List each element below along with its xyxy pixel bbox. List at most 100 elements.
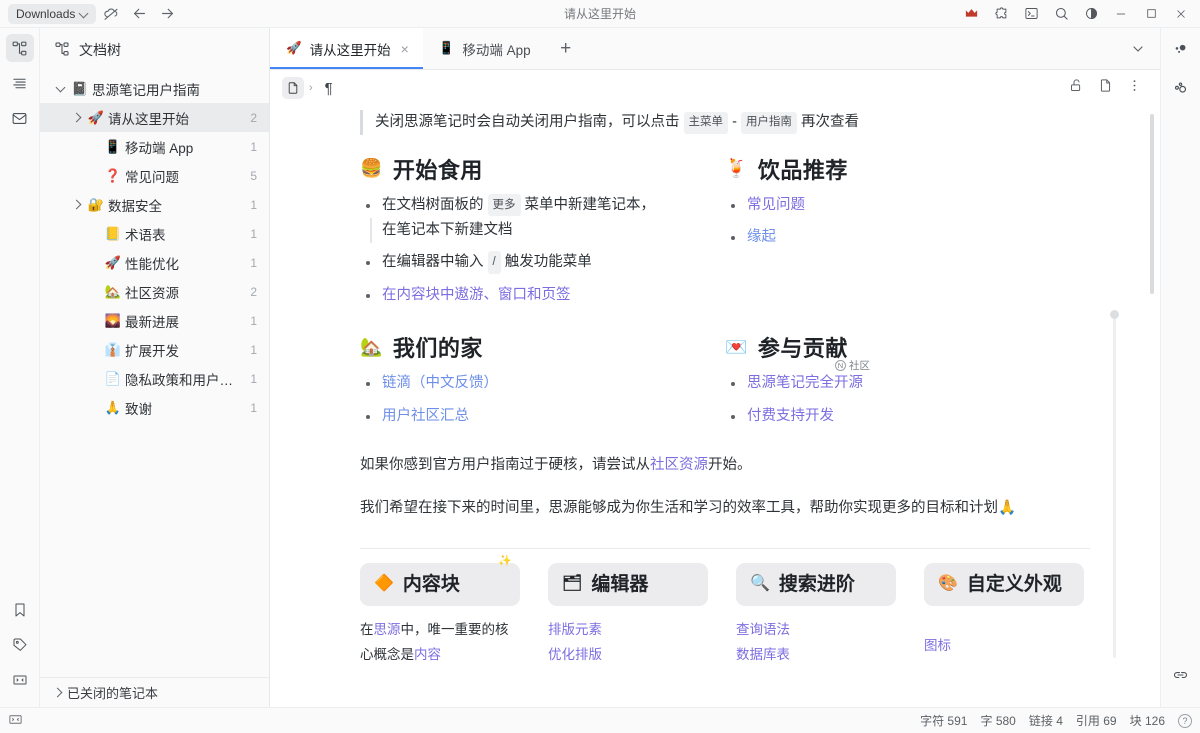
doc-link[interactable]: 付费支持开发 [747,408,834,424]
tree-item[interactable]: 🚀性能优化1 [40,248,269,277]
forward-arrow-icon[interactable] [154,3,180,25]
left-dock-rail [0,28,40,707]
tree-item-emoji: 🏡 [103,285,123,298]
card-link[interactable]: 数据库表 [736,643,896,668]
graph-icon[interactable] [1167,74,1195,102]
chevron-right-icon[interactable] [68,114,86,121]
closed-notebooks-row[interactable]: 已关闭的笔记本 [40,677,269,707]
section-heading: 🍹 饮品推荐 [725,153,1070,185]
doc-link[interactable]: 社区资源 [650,457,708,473]
file-icon[interactable] [282,77,304,99]
search-icon[interactable] [1046,1,1076,27]
document-header-actions [1069,78,1142,98]
card-header[interactable]: 🎨 自定义外观 [924,563,1084,607]
document-content[interactable]: 关闭思源笔记时会自动关闭用户指南，可以点击 主菜单 - 用户指南 再次查看 🍔 … [270,106,1160,707]
paragraph-icon[interactable]: ¶ [318,77,340,99]
tab-list-chevron-down-icon[interactable] [1116,28,1160,69]
list-item: 链滴（中文反馈） [360,371,705,396]
file-icon[interactable] [1098,78,1113,98]
paragraph-2: 我们希望在接下来的时间里，思源能够成为你生活和学习的效率工具，帮助你实现更多的目… [360,495,1090,522]
crown-icon[interactable] [956,1,986,27]
card-link[interactable]: 优化排版 [548,643,708,668]
tree-item-count: 1 [250,140,257,154]
puzzle-icon[interactable] [986,1,1016,27]
tab[interactable]: 🚀请从这里开始× [270,28,423,69]
tree-item[interactable]: 🏡社区资源2 [40,277,269,306]
tab[interactable]: 📱移动端 App [423,28,545,69]
chevron-down-icon[interactable] [52,87,70,91]
tab-close-icon[interactable]: × [401,41,409,57]
tree-item-count: 2 [250,111,257,125]
section-row-1: 🍔 开始食用 在文档树面板的 更多 菜单中新建笔记本， 在笔记本下新建文档 在编… [360,153,1090,316]
backlink-icon[interactable] [1167,36,1195,64]
title-bar: Downloads 请从这里开始 [0,0,1200,28]
workspace-selector[interactable]: Downloads [8,4,96,24]
minimize-icon[interactable] [1106,1,1136,27]
doc-link[interactable]: 链滴（中文反馈） [382,375,498,391]
status-blocks: 块 126 [1130,712,1165,729]
fullscreen-icon[interactable] [8,712,23,730]
theme-icon[interactable] [1076,1,1106,27]
card-header[interactable]: 🗂 编辑器 [548,563,708,607]
command-icon[interactable] [1016,1,1046,27]
maximize-icon[interactable] [1136,1,1166,27]
new-tab-button[interactable]: + [545,28,587,69]
outline-icon[interactable] [6,69,34,97]
tree-item-emoji: ❓ [103,169,123,182]
bookmark-icon[interactable] [6,596,34,624]
scroll-knob[interactable] [1110,310,1119,319]
section-our-home: 🏡 我们的家 链滴（中文反馈） 用户社区汇总 [360,331,725,436]
tab-list: 🚀请从这里开始×📱移动端 App [270,28,545,69]
cloud-sync-icon[interactable] [98,3,124,25]
tree-item[interactable]: 🔐数据安全1 [40,190,269,219]
li-text-2: 触发功能菜单 [501,254,592,270]
p1-post: 开始。 [708,457,752,473]
tree-item[interactable]: 🙏致谢1 [40,393,269,422]
palette-emoji-icon: 🎨 [938,574,958,594]
card-title: 编辑器 [591,573,648,597]
tree-item[interactable]: 👔扩展开发1 [40,335,269,364]
card-link[interactable]: 排版元素 [548,618,708,643]
card-link[interactable]: 查询语法 [736,618,896,643]
doc-link[interactable]: 思源笔记完全开源 [747,375,863,391]
editor-area: 🚀请从这里开始×📱移动端 App + › ¶ [270,28,1160,707]
cb-link2[interactable]: 内容 [414,647,441,662]
tree-item[interactable]: 🌄最新进展1 [40,306,269,335]
diamond-emoji-icon: 🔶 [374,574,394,594]
tree-rows: 🚀请从这里开始2📱移动端 App1❓常见问题5🔐数据安全1📒术语表1🚀性能优化1… [40,103,269,422]
tree-item[interactable]: 📄隐私政策和用户…1 [40,364,269,393]
link-icon[interactable] [1167,663,1195,691]
doc-link[interactable]: 用户社区汇总 [382,408,469,424]
tab-label: 移动端 App [462,39,530,59]
inner-scroll-indicator[interactable] [1113,318,1116,658]
help-icon[interactable]: ? [1178,714,1192,728]
section-heading: 💌 参与贡献 [725,331,1070,363]
card-header[interactable]: 🔶 内容块 ✨ [360,563,520,607]
status-chars: 字符 591 [920,712,967,729]
more-vertical-icon[interactable] [1127,78,1142,98]
card-header[interactable]: 🔍 搜索进阶 [736,563,896,607]
tree-item[interactable]: 📒术语表1 [40,219,269,248]
doctree-icon[interactable] [6,34,34,62]
tree-notebook-row[interactable]: 📓 思源笔记用户指南 [40,74,269,103]
tree-item-count: 1 [250,372,257,386]
close-icon[interactable] [1166,1,1196,27]
tag-icon[interactable] [6,631,34,659]
tab-emoji-icon: 🚀 [286,42,302,55]
tree-item[interactable]: 📱移动端 App1 [40,132,269,161]
chevron-right-icon[interactable] [68,201,86,208]
tree-item[interactable]: 🚀请从这里开始2 [40,103,269,132]
doc-link[interactable]: 常见问题 [747,197,805,213]
tree-item-count: 2 [250,285,257,299]
back-arrow-icon[interactable] [126,3,152,25]
doc-link[interactable]: 在内容块中遨游、窗口和页签 [382,287,571,303]
left-dock-bottom [6,596,34,707]
fullscreen-icon[interactable] [6,666,34,694]
cb-link1[interactable]: 思源 [374,622,401,637]
card-link[interactable]: 图标 [924,634,1084,659]
unlock-icon[interactable] [1069,78,1084,98]
tree-item[interactable]: ❓常见问题5 [40,161,269,190]
tree-item-emoji: 🌄 [103,314,123,327]
doc-link[interactable]: 缘起 [747,229,776,245]
inbox-icon[interactable] [6,104,34,132]
